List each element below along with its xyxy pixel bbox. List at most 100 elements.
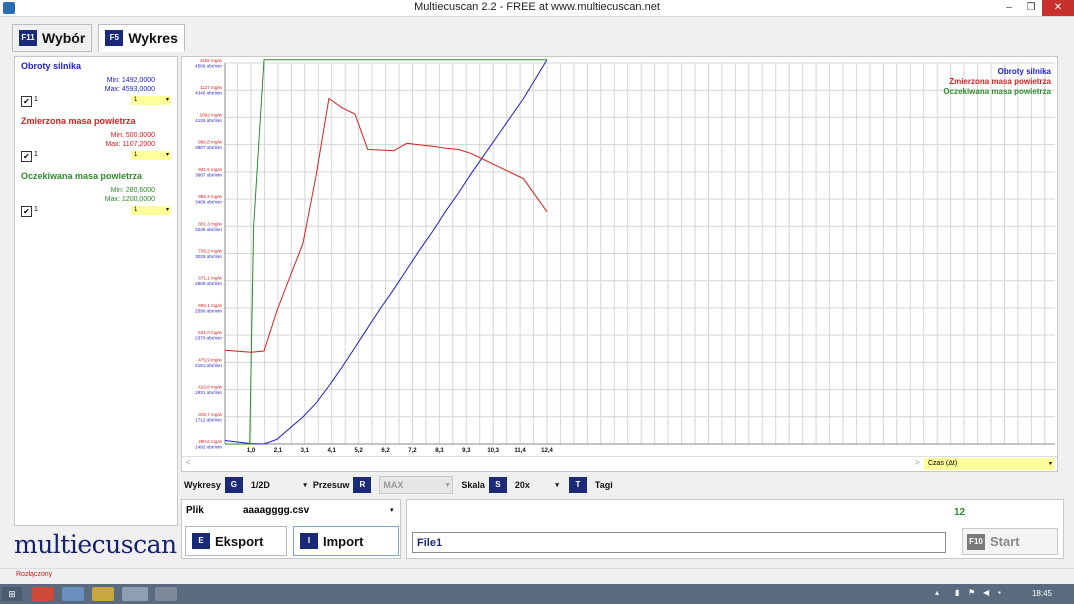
y-tick-label-mass: 1062 mg/w	[200, 112, 223, 117]
signal-axis-select[interactable]: 1 ▾	[131, 206, 171, 215]
signal-name: Obroty silnika	[21, 61, 82, 71]
signal-name: Zmierzona masa powietrza	[21, 116, 136, 126]
signal-number: 1	[34, 151, 38, 158]
signal-axis-select[interactable]: 1 ▾	[131, 151, 171, 160]
y-tick-label-mass: 996,8 mg/w	[198, 140, 222, 145]
y-tick-label-mass: 866,4 mg/w	[198, 194, 222, 199]
chevron-down-icon[interactable]: ▾	[390, 506, 394, 514]
file-label: Plik	[186, 505, 204, 516]
x-tick-label: 8,3	[435, 448, 444, 454]
y-tick-label-rpm: 4566 obr/min	[195, 64, 222, 69]
signal-checkbox[interactable]: ✔	[21, 151, 32, 162]
time-axis-select[interactable]: Czas (Δt) ▾	[924, 458, 1054, 470]
chevron-down-icon: ▾	[445, 482, 450, 489]
horizontal-scrollbar[interactable]: < > Czas (Δt) ▾	[182, 456, 1057, 471]
signal-checkbox[interactable]: ✔	[21, 206, 32, 217]
x-tick-label: 6,2	[381, 448, 390, 454]
wykresy-select[interactable]: 1/2D ▾	[251, 477, 307, 493]
tray-volume-icon[interactable]: ◀	[983, 588, 989, 597]
przesuw-select[interactable]: MAX ▾	[379, 476, 454, 494]
misc-task-icon[interactable]	[155, 587, 177, 601]
x-tick-label: 3,1	[301, 448, 310, 454]
chrome-icon[interactable]	[32, 587, 54, 601]
y-tick-label-rpm: 3468 obr/min	[195, 200, 222, 205]
legend-entry: Oczekiwana masa powietrza	[943, 87, 1051, 96]
signal-axis-select[interactable]: 1 ▾	[131, 96, 171, 105]
chart-legend: Obroty silnika Zmierzona masa powietrza …	[943, 67, 1051, 97]
signal-min: Min: 1492,0000	[106, 77, 155, 84]
y-tick-label-rpm: 3687 obr/min	[195, 172, 222, 177]
chevron-down-icon: ▾	[1048, 461, 1052, 467]
eksport-button[interactable]: E Eksport	[185, 526, 287, 556]
start-label: Start	[990, 534, 1020, 549]
file-select[interactable]: aaaagggg.csv	[243, 505, 309, 516]
skala-value: 20x	[514, 480, 530, 490]
import-button[interactable]: I Import	[293, 526, 399, 556]
f11-key-badge: F11	[19, 30, 37, 46]
start-menu-icon[interactable]: ⊞	[2, 587, 22, 601]
y-tick-label-mass: 1127 mg/w	[200, 85, 223, 90]
przesuw-value: MAX	[383, 480, 404, 490]
y-tick-label-mass: 671,1 mg/w	[198, 276, 222, 281]
tab-wybor[interactable]: F11 Wybór	[12, 24, 93, 52]
y-tick-label-rpm: 4126 obr/min	[195, 118, 222, 123]
tagi-button[interactable]: Tagi	[595, 480, 613, 490]
x-tick-label: 2,1	[274, 448, 283, 454]
restore-button[interactable]: ❐	[1020, 0, 1042, 16]
wykresy-value: 1/2D	[250, 480, 270, 490]
y-tick-label-mass: 736,2 mg/w	[198, 249, 222, 254]
record-count: 12	[954, 507, 966, 518]
signal-max: Max: 1200,0000	[104, 196, 155, 203]
file-name-field[interactable]: File1	[412, 532, 946, 553]
status-bar: Rozłączony	[0, 568, 1074, 583]
y-tick-label-rpm: 3907 obr/min	[195, 145, 222, 150]
skala-select[interactable]: 20x ▾	[515, 477, 559, 493]
tab-wybor-label: Wybór	[42, 30, 86, 46]
x-tick-label: 1,0	[247, 448, 256, 454]
scroll-left-icon[interactable]: <	[186, 458, 191, 467]
tray-network-icon[interactable]: ▪	[998, 588, 1001, 597]
y-tick-label-mass: 280,6 mg/w	[198, 439, 222, 444]
t-key-badge: T	[568, 477, 587, 493]
signal-axis-value: 1	[134, 97, 138, 103]
signal-checkbox[interactable]: ✔	[21, 96, 32, 107]
close-button[interactable]: ✕	[1042, 0, 1074, 16]
tab-wykres[interactable]: F5 Wykres	[98, 24, 185, 52]
chevron-down-icon: ▾	[165, 152, 169, 158]
window-title: Multiecuscan 2.2 - FREE at www.multiecus…	[414, 1, 660, 13]
multiecuscan-task-icon[interactable]	[122, 587, 148, 601]
minimize-button[interactable]: –	[998, 0, 1020, 16]
y-tick-label-rpm: 4346 obr/min	[195, 91, 222, 96]
tray-expand-icon[interactable]: ▴	[935, 588, 939, 597]
signal-item-obroty: Obroty silnika Min: 1492,0000 Max: 4593,…	[15, 57, 177, 112]
signal-max: Max: 4593,0000	[104, 86, 155, 93]
signal-max: Max: 1107,2000	[105, 141, 155, 148]
x-tick-label: 9,3	[462, 448, 471, 454]
y-tick-label-rpm: 2370 obr/min	[195, 336, 222, 341]
explorer-icon[interactable]	[62, 587, 84, 601]
y-tick-label-mass: 345,7 mg/w	[198, 412, 222, 417]
y-tick-label-rpm: 2151 obr/min	[195, 363, 222, 368]
chart-toolbar: Wykresy G 1/2D ▾ Przesuw R MAX ▾ Skala S…	[184, 476, 613, 494]
x-tick-label: 11,4	[514, 448, 526, 454]
x-tick-label: 12,4	[541, 448, 553, 454]
y-tick-label-rpm: 1712 obr/min	[195, 417, 222, 422]
scroll-right-icon[interactable]: >	[915, 458, 920, 467]
y-tick-label-rpm: 1931 obr/min	[195, 390, 222, 395]
chevron-down-icon: ▾	[165, 97, 169, 103]
start-button[interactable]: F10 Start	[962, 528, 1058, 555]
signal-min: Min: 500,0000	[110, 132, 155, 139]
s-key-badge: S	[488, 477, 507, 493]
signal-min: Min: 280,6000	[110, 187, 155, 194]
chart-panel: 1192 mg/w 4566 obr/min 1127 mg/w 4346 obr/m…	[181, 56, 1058, 472]
tray-battery-icon[interactable]: ▮	[955, 588, 959, 597]
skala-label: Skala	[461, 480, 485, 490]
folder-icon[interactable]	[92, 587, 114, 601]
r-key-badge: R	[353, 477, 372, 493]
signal-axis-value: 1	[134, 207, 138, 213]
tray-flag-icon[interactable]: ⚑	[968, 588, 975, 597]
taskbar-clock: 18:45	[1031, 589, 1052, 598]
line-chart: 1192 mg/w4566 obr/min 1127 mg/w4346 obr/m…	[195, 58, 1055, 454]
chevron-down-icon: ▾	[165, 207, 169, 213]
y-tick-label-rpm: 3029 obr/min	[195, 254, 222, 259]
